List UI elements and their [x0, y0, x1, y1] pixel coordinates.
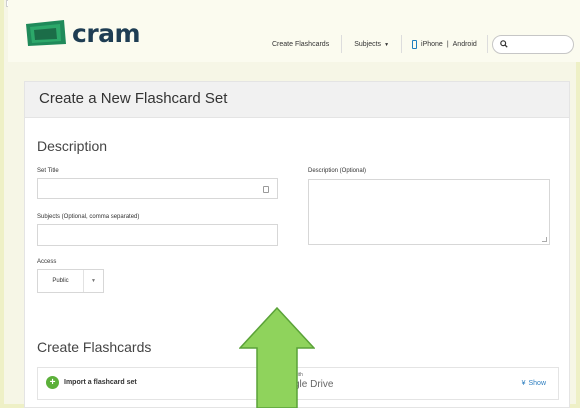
top-nav: Create Flashcards Subjects ▼ iPhone | And…: [260, 34, 488, 54]
nav-android[interactable]: Android: [453, 41, 477, 48]
subjects-field[interactable]: [37, 224, 278, 246]
keyboard-icon[interactable]: [263, 186, 269, 193]
double-chevron-down-icon: ¥: [521, 380, 526, 387]
nav-separator: [486, 35, 488, 53]
nav-divider: |: [446, 40, 449, 48]
description-textarea[interactable]: [308, 179, 550, 245]
nav-iphone[interactable]: iPhone: [421, 41, 443, 48]
up-arrow-overlay: [239, 307, 315, 408]
nav-create-flashcards[interactable]: Create Flashcards: [260, 41, 341, 48]
nav-subjects-label: Subjects: [354, 40, 382, 48]
page-title: Create a New Flashcard Set: [25, 82, 569, 118]
subjects-label: Subjects (Optional, comma separated): [37, 214, 140, 220]
caret-down-icon: ▼: [384, 41, 390, 48]
show-label: Show: [528, 380, 546, 387]
chevron-down-icon: ▼: [91, 278, 96, 284]
access-select[interactable]: Public ▼: [37, 269, 104, 293]
import-flashcard-set-button[interactable]: + Import a flashcard set: [46, 376, 137, 389]
show-button[interactable]: ¥ Show: [522, 380, 546, 387]
site-header: cram Create Flashcards Subjects ▼ iPhone …: [8, 0, 580, 62]
plus-icon: +: [46, 376, 59, 389]
resize-handle-icon[interactable]: [542, 237, 547, 242]
create-flashcards-heading: Create Flashcards: [37, 339, 152, 355]
nav-subjects[interactable]: Subjects ▼: [342, 41, 401, 48]
description-label: Description (Optional): [308, 168, 367, 174]
logo-text: cram: [72, 18, 141, 48]
search-icon: [500, 40, 508, 48]
description-heading: Description: [37, 138, 108, 154]
cram-logo[interactable]: cram: [24, 16, 141, 50]
phone-icon: [412, 39, 418, 49]
import-label: Import a flashcard set: [64, 379, 137, 386]
screen: cram Create Flashcards Subjects ▼ iPhone …: [0, 0, 580, 408]
nav-mobile-apps: iPhone | Android: [402, 39, 487, 49]
access-value: Public: [38, 270, 84, 292]
search-input[interactable]: [492, 35, 574, 54]
set-title-field[interactable]: [37, 178, 278, 199]
cram-logo-icon: [26, 20, 66, 46]
access-label: Access: [37, 259, 57, 265]
set-title-label: Set Title: [37, 168, 59, 174]
